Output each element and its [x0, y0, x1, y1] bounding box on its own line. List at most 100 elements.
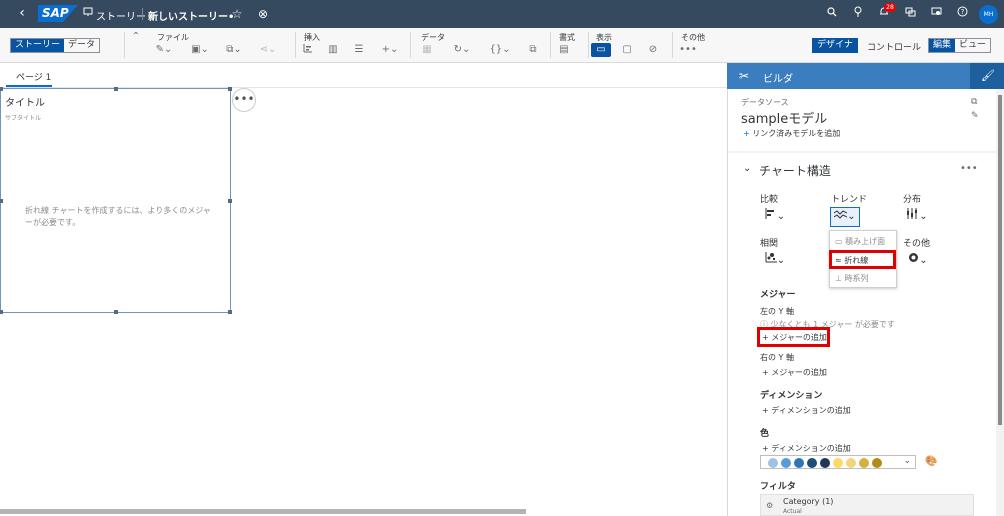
linked-analysis-icon[interactable]: ⧉	[523, 43, 543, 57]
add-measure-right-link[interactable]: + メジャーの追加	[762, 367, 827, 378]
feedback-icon[interactable]	[928, 6, 944, 22]
bar-chart-button[interactable]: ⌄	[760, 207, 790, 227]
trend-label: トレンド	[831, 195, 868, 205]
formula-icon[interactable]: {}⌄	[487, 43, 513, 57]
data-label: データ	[421, 33, 445, 42]
datasource-card: データソース sampleモデル ⧉ ✎ + リンク済みモデルを追加	[728, 89, 996, 151]
comment-icon[interactable]: ▭	[591, 43, 611, 57]
toolbar-divider	[672, 32, 673, 58]
discussion-icon[interactable]	[902, 6, 918, 22]
styling-tab[interactable]: 🖌	[970, 63, 1004, 89]
widget-subtitle[interactable]: サブタイトル	[5, 113, 41, 122]
model-name[interactable]: sampleモデル	[741, 108, 827, 127]
toolbar-divider	[588, 32, 589, 58]
format-painter-icon[interactable]: ▤	[554, 43, 574, 57]
refresh-icon[interactable]: ↻⌄	[452, 43, 472, 57]
edit-view-switch: 編集 ビュー	[928, 38, 992, 53]
compass-icon[interactable]: ⊘	[643, 43, 663, 57]
resize-handle[interactable]	[0, 310, 3, 314]
resize-handle[interactable]	[114, 87, 118, 91]
time-series-option[interactable]: ⊥ 時系列	[835, 273, 869, 284]
area-chart-icon: ▭	[835, 237, 846, 246]
chevron-left-icon[interactable]: ‹	[14, 5, 30, 21]
chevron-down-icon[interactable]: ⌄	[743, 163, 751, 174]
add-icon[interactable]: +⌄	[378, 43, 402, 57]
data-tab[interactable]: データ	[64, 39, 99, 52]
format-label: 書式	[559, 33, 575, 42]
add-linked-model-link[interactable]: + リンク済みモデルを追加	[743, 128, 840, 139]
close-circle-icon[interactable]: ⊗	[255, 6, 271, 22]
story-title[interactable]: 新しいストーリー•	[148, 8, 234, 23]
datasource-label: データソース	[741, 98, 789, 107]
filter-item[interactable]: Category (1)	[783, 497, 833, 506]
save-icon[interactable]: ▣⌄	[190, 43, 210, 57]
add-dimension-link[interactable]: + ディメンションの追加	[762, 405, 851, 416]
resize-handle[interactable]	[228, 199, 232, 203]
toolbar-divider	[295, 32, 296, 58]
horizontal-scrollbar[interactable]	[0, 509, 526, 514]
palette-swatch	[859, 458, 869, 468]
paint-brush-icon: 🖌	[981, 69, 995, 82]
chart-widget[interactable]: タイトル サブタイトル 折れ線 チャートを作成するには、より多くのメジャーが必要…	[0, 87, 232, 314]
lightbulb-icon[interactable]	[850, 6, 866, 22]
builder-header: ✂ ビルダ	[727, 63, 994, 89]
toolbar-divider	[550, 32, 551, 58]
help-icon[interactable]: ?	[954, 6, 970, 22]
page-tab[interactable]: ページ 1	[16, 70, 51, 83]
plus-icon: +	[762, 444, 772, 453]
story-tab[interactable]: ストーリー	[11, 39, 65, 52]
stacked-area-option[interactable]: ▭ 積み上げ面	[835, 236, 885, 247]
highlight-line-option	[829, 250, 896, 269]
copy-model-icon[interactable]: ⧉	[971, 97, 977, 107]
edit-pencil-icon[interactable]: ✎	[971, 111, 979, 121]
more-icon[interactable]: •••	[678, 43, 698, 57]
resize-handle[interactable]	[0, 199, 3, 203]
story-icon	[80, 6, 96, 22]
edit-tab[interactable]: 編集	[929, 39, 956, 52]
favorite-star-icon[interactable]: ☆	[229, 6, 245, 22]
panel-scrollbar[interactable]	[998, 95, 1002, 425]
scatter-chart-button[interactable]: ⌄	[760, 251, 790, 271]
add-color-dimension-link[interactable]: + ディメンションの追加	[762, 443, 851, 454]
copy-icon[interactable]: ⧉⌄	[224, 43, 244, 57]
trend-chart-button[interactable]: ⌄	[830, 207, 860, 227]
share-icon[interactable]: ⋖⌄	[258, 43, 278, 57]
resize-handle[interactable]	[228, 87, 232, 91]
distribution-chart-button[interactable]: ⌄	[902, 207, 932, 227]
plus-icon: +	[743, 129, 753, 138]
control-button[interactable]: コントロール	[867, 40, 921, 53]
avatar[interactable]: MH	[979, 5, 998, 24]
table-icon[interactable]: ▥	[323, 43, 343, 57]
widget-more-button[interactable]: •••	[232, 88, 256, 112]
resize-handle[interactable]	[0, 87, 3, 91]
filter-token[interactable]: ⚙ Category (1) Actual	[760, 494, 974, 516]
other-label: その他	[681, 33, 705, 42]
chart-icon[interactable]	[298, 43, 318, 57]
story-label: ストーリー	[96, 12, 146, 23]
palette-swatch	[768, 458, 778, 468]
designer-button[interactable]: デザイナ	[812, 38, 858, 53]
pie-chart-button[interactable]: ⌄	[903, 251, 933, 271]
more-icon[interactable]: •••	[960, 163, 978, 174]
search-icon[interactable]	[824, 6, 840, 22]
builder-scissors-icon: ✂	[739, 69, 750, 83]
input-control-icon[interactable]: ☰	[349, 43, 369, 57]
insert-label: 挿入	[304, 33, 320, 42]
notification-badge: 28	[884, 3, 896, 12]
collapse-icon[interactable]: ⌃	[126, 30, 146, 44]
other-label: その他	[903, 239, 931, 249]
panel-icon[interactable]: ▢	[617, 43, 637, 57]
tools-icon[interactable]: ✎⌄	[154, 43, 174, 57]
toolbar-divider	[124, 32, 125, 58]
view-tab[interactable]: ビュー	[955, 39, 990, 52]
resize-handle[interactable]	[228, 310, 232, 314]
data-grid-icon[interactable]: ▦	[417, 43, 437, 57]
filter-icon: ⚙	[766, 501, 774, 510]
palette-settings-icon[interactable]: 🎨	[925, 456, 937, 467]
widget-title[interactable]: タイトル	[5, 94, 45, 109]
resize-handle[interactable]	[114, 310, 118, 314]
palette-swatch	[807, 458, 817, 468]
story-data-switch: ストーリー データ	[10, 38, 101, 53]
plus-icon: +	[762, 406, 772, 415]
builder-title: ビルダ	[763, 74, 793, 85]
